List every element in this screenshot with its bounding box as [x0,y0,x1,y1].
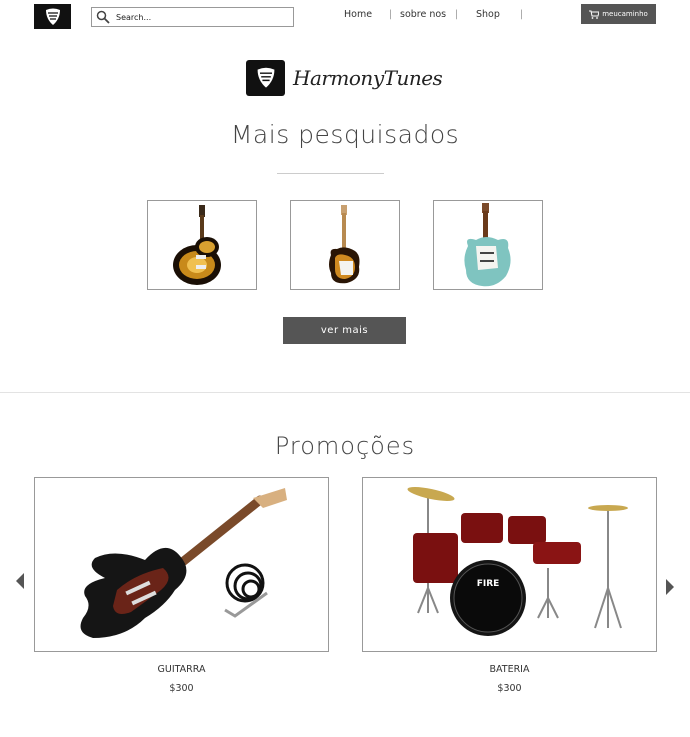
search-box[interactable] [91,7,294,27]
nav-sobre-nos[interactable]: sobre nos [400,9,446,20]
guitar-pick-logo-icon [246,60,285,96]
carousel-prev-arrow-icon[interactable] [16,573,24,589]
cart-button[interactable]: meucaminho [581,4,656,24]
promos-section-title: Promoções [274,432,416,460]
electric-guitar-image [80,488,287,638]
nav-separator: | [455,9,459,20]
promo-guitar-price: $300 [169,683,194,694]
popular-item-strat-sunburst[interactable] [290,200,400,290]
cart-icon [589,10,600,19]
popular-section-title: Mais pesquisados [230,120,460,149]
les-paul-guitar-image [173,205,221,285]
drum-kit-image: FIRE [407,487,628,636]
nav-home[interactable]: Home [344,9,372,20]
brand-name: HarmonyTunes [293,66,443,90]
nav-separator: | [389,9,393,20]
promo-card-drums[interactable]: FIRE [362,477,657,652]
section-divider [0,392,690,393]
title-divider [277,173,384,174]
promo-guitar-name: GUITARRA [157,664,206,675]
cart-label: meucaminho [602,10,648,18]
promo-card-guitar[interactable] [34,477,329,652]
carousel-next-arrow-icon[interactable] [666,579,674,595]
search-icon [96,10,110,24]
popular-item-les-paul[interactable] [147,200,257,290]
header-logo[interactable] [34,4,71,29]
search-input[interactable] [116,12,286,22]
svg-text:FIRE: FIRE [477,579,500,589]
guitar-pick-icon [45,8,60,25]
promo-drums-name: BATERIA [489,664,530,675]
promo-drums-price: $300 [497,683,522,694]
popular-item-strat-seafoam[interactable] [433,200,543,290]
stratocaster-seafoam-guitar-image [464,203,511,287]
nav-separator: | [520,9,524,20]
stratocaster-sunburst-guitar-image [329,205,360,284]
brand-logo: HarmonyTunes [246,60,443,96]
see-more-button[interactable]: ver mais [283,317,406,344]
nav-shop[interactable]: Shop [476,9,500,20]
